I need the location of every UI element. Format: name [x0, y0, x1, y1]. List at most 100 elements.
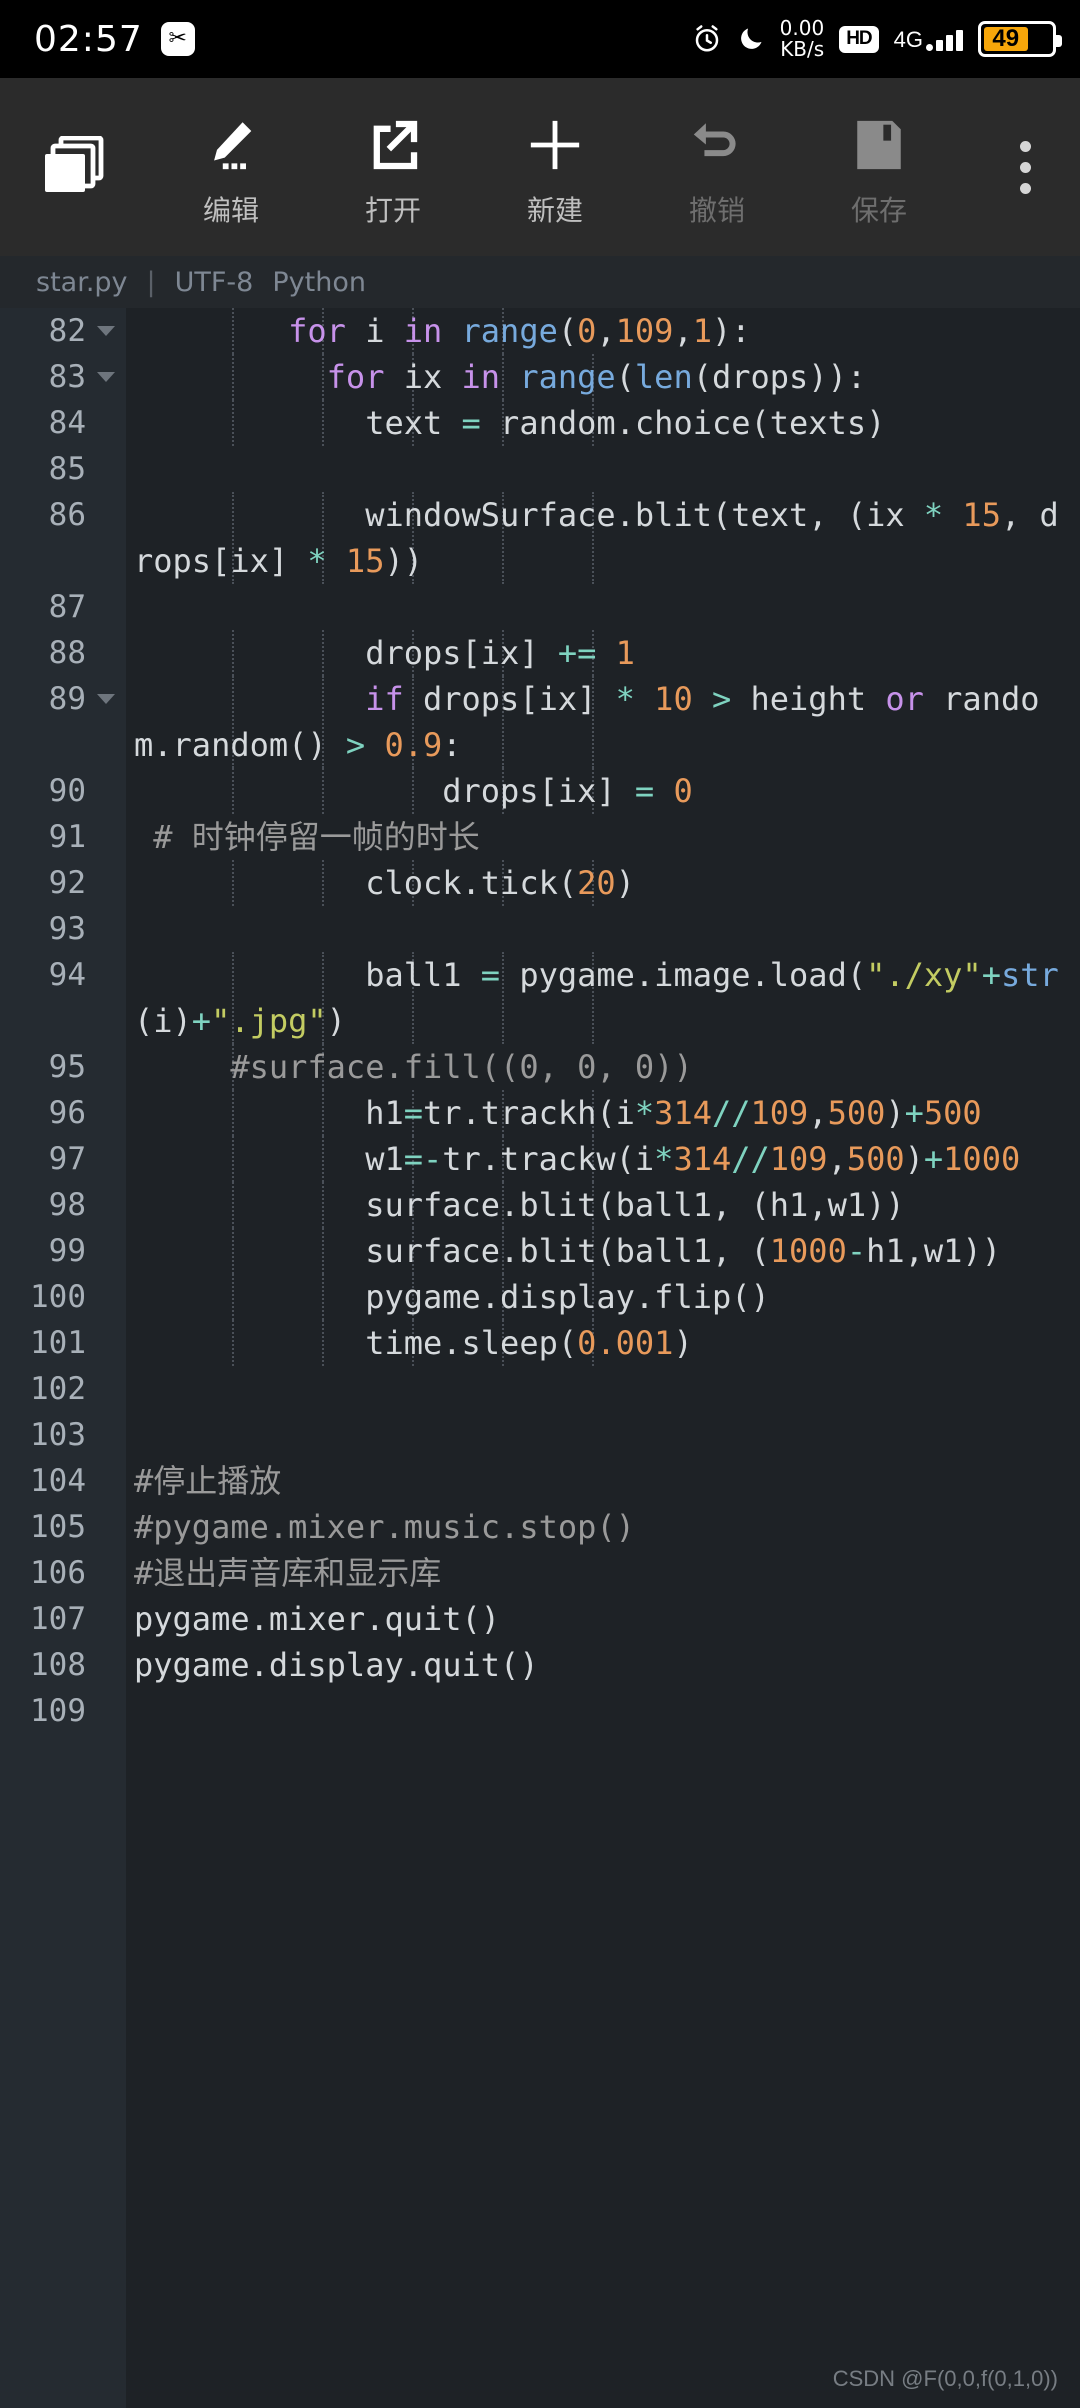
line-source[interactable]: #surface.fill((0, 0, 0))	[126, 1044, 1080, 1090]
plus-new-icon	[526, 114, 584, 176]
code-line[interactable]: 84 text = random.choice(texts)	[0, 400, 1080, 446]
line-source[interactable]: ball1 = pygame.image.load("./xy"+str(i)+…	[126, 952, 1080, 1044]
code-line[interactable]: 87	[0, 584, 1080, 630]
fold-triangle-icon[interactable]	[97, 372, 115, 382]
token-cmt: #surface.fill((0, 0, 0))	[134, 1048, 693, 1086]
line-source[interactable]: h1=tr.trackh(i*314//109,500)+500	[126, 1090, 1080, 1136]
line-source[interactable]	[126, 584, 1080, 630]
code-line[interactable]: 102	[0, 1366, 1080, 1412]
token-op: =	[461, 404, 481, 442]
code-line[interactable]: 108 pygame.display.quit()	[0, 1642, 1080, 1688]
code-line[interactable]: 96 h1=tr.trackh(i*314//109,500)+500	[0, 1090, 1080, 1136]
toolbar-button-undo[interactable]: 撤销	[652, 106, 782, 229]
line-source[interactable]: # 时钟停留一帧的时长	[126, 814, 1080, 860]
code-line[interactable]: 106 #退出声音库和显示库	[0, 1550, 1080, 1596]
code-line[interactable]: 89 if drops[ix] * 10 > height or random.…	[0, 676, 1080, 768]
token-op: +	[923, 1140, 944, 1178]
code-line[interactable]: 109	[0, 1688, 1080, 1734]
line-number: 100	[30, 1279, 86, 1315]
line-source[interactable]: text = random.choice(texts)	[126, 400, 1080, 446]
code-line[interactable]: 107 pygame.mixer.quit()	[0, 1596, 1080, 1642]
line-source[interactable]: drops[ix] += 1	[126, 630, 1080, 676]
line-number: 107	[30, 1601, 86, 1637]
app-root: 02:57 ✂ 0.00 KB/s HD 4G 49 编辑 打开 新建 撤销 保…	[0, 0, 1080, 2408]
network-type-label: 4G	[893, 27, 923, 52]
line-source[interactable]: #退出声音库和显示库	[126, 1550, 1080, 1596]
line-source[interactable]: pygame.mixer.quit()	[126, 1596, 1080, 1642]
line-source[interactable]: pygame.display.quit()	[126, 1642, 1080, 1688]
screenshot-scissors-icon: ✂	[160, 22, 195, 56]
token-pl: )	[615, 864, 635, 902]
line-source[interactable]	[126, 1688, 1080, 1734]
line-source[interactable]: for ix in range(len(drops)):	[126, 354, 1080, 400]
line-number: 97	[48, 1141, 86, 1177]
token-kw: for	[288, 312, 346, 350]
code-line[interactable]: 104 #停止播放	[0, 1458, 1080, 1504]
code-line[interactable]: 90 drops[ix] = 0	[0, 768, 1080, 814]
line-number: 91	[48, 819, 86, 855]
line-source[interactable]: surface.blit(ball1, (1000-h1,w1))	[126, 1228, 1080, 1274]
code-line[interactable]: 83 for ix in range(len(drops)):	[0, 354, 1080, 400]
line-source[interactable]: time.sleep(0.001)	[126, 1320, 1080, 1366]
token-pl: pygame.mixer.quit()	[134, 1600, 501, 1638]
token-pl: ,	[827, 1140, 847, 1178]
fold-triangle-icon[interactable]	[97, 326, 115, 336]
token-pl: w1	[134, 1140, 404, 1178]
code-line[interactable]: 99 surface.blit(ball1, (1000-h1,w1))	[0, 1228, 1080, 1274]
token-num-t: 0.001	[577, 1324, 674, 1362]
line-source[interactable]: surface.blit(ball1, (h1,w1))	[126, 1182, 1080, 1228]
code-line[interactable]: 94 ball1 = pygame.image.load("./xy"+str(…	[0, 952, 1080, 1044]
line-source[interactable]	[126, 446, 1080, 492]
line-source[interactable]: #停止播放	[126, 1458, 1080, 1504]
token-pl: clock.tick(	[134, 864, 578, 902]
toolbar-button-save[interactable]: 保存	[814, 106, 944, 229]
token-op: +	[191, 1002, 212, 1040]
token-kw: for	[326, 358, 385, 396]
line-source[interactable]: clock.tick(20)	[126, 860, 1080, 906]
line-source[interactable]	[126, 906, 1080, 952]
token-num-t: 10	[654, 680, 693, 718]
code-line[interactable]: 86 windowSurface.blit(text, (ix * 15, dr…	[0, 492, 1080, 584]
status-bar: 02:57 ✂ 0.00 KB/s HD 4G 49	[0, 0, 1080, 78]
code-line[interactable]: 93	[0, 906, 1080, 952]
code-line[interactable]: 95 #surface.fill((0, 0, 0))	[0, 1044, 1080, 1090]
line-source[interactable]: #pygame.mixer.music.stop()	[126, 1504, 1080, 1550]
code-line[interactable]: 97 w1=-tr.trackw(i*314//109,500)+1000	[0, 1136, 1080, 1182]
toolbar-button-edit[interactable]: 编辑	[166, 106, 296, 229]
code-editor[interactable]: 82 for i in range(0,109,1): 83 for ix in …	[0, 308, 1080, 2408]
code-line[interactable]: 92 clock.tick(20)	[0, 860, 1080, 906]
code-line[interactable]: 98 surface.blit(ball1, (h1,w1))	[0, 1182, 1080, 1228]
code-line[interactable]: 100 pygame.display.flip()	[0, 1274, 1080, 1320]
code-line[interactable]: 105 #pygame.mixer.music.stop()	[0, 1504, 1080, 1550]
code-line[interactable]: 82 for i in range(0,109,1):	[0, 308, 1080, 354]
token-op: =	[634, 772, 655, 810]
line-source[interactable]: if drops[ix] * 10 > height or random.ran…	[126, 676, 1080, 768]
code-line[interactable]: 88 drops[ix] += 1	[0, 630, 1080, 676]
line-number: 104	[30, 1463, 86, 1499]
line-number: 84	[48, 405, 86, 441]
file-tabs-button[interactable]	[0, 135, 150, 198]
line-source[interactable]: w1=-tr.trackw(i*314//109,500)+1000	[126, 1136, 1080, 1182]
line-source[interactable]	[126, 1412, 1080, 1458]
token-pl: h1	[134, 1094, 404, 1132]
toolbar-button-open[interactable]: 打开	[328, 106, 458, 229]
line-number: 99	[48, 1233, 86, 1269]
line-source[interactable]: for i in range(0,109,1):	[126, 308, 1080, 354]
line-source[interactable]: drops[ix] = 0	[126, 768, 1080, 814]
code-line[interactable]: 101 time.sleep(0.001)	[0, 1320, 1080, 1366]
toolbar-button-new[interactable]: 新建	[490, 106, 620, 229]
token-pl: tr.trackw(i	[442, 1140, 655, 1178]
line-source[interactable]	[126, 1366, 1080, 1412]
token-pl: )	[885, 1094, 905, 1132]
overflow-menu-icon[interactable]	[970, 140, 1080, 194]
line-number: 95	[48, 1049, 86, 1085]
code-line[interactable]: 91 # 时钟停留一帧的时长	[0, 814, 1080, 860]
battery-level-text: 49	[984, 25, 1028, 52]
code-line[interactable]: 103	[0, 1412, 1080, 1458]
fold-triangle-icon[interactable]	[97, 694, 115, 704]
line-source[interactable]: windowSurface.blit(text, (ix * 15, drops…	[126, 492, 1080, 584]
line-source[interactable]: pygame.display.flip()	[126, 1274, 1080, 1320]
code-lines[interactable]: 82 for i in range(0,109,1): 83 for ix in …	[0, 308, 1080, 1734]
code-line[interactable]: 85	[0, 446, 1080, 492]
line-number: 98	[48, 1187, 86, 1223]
